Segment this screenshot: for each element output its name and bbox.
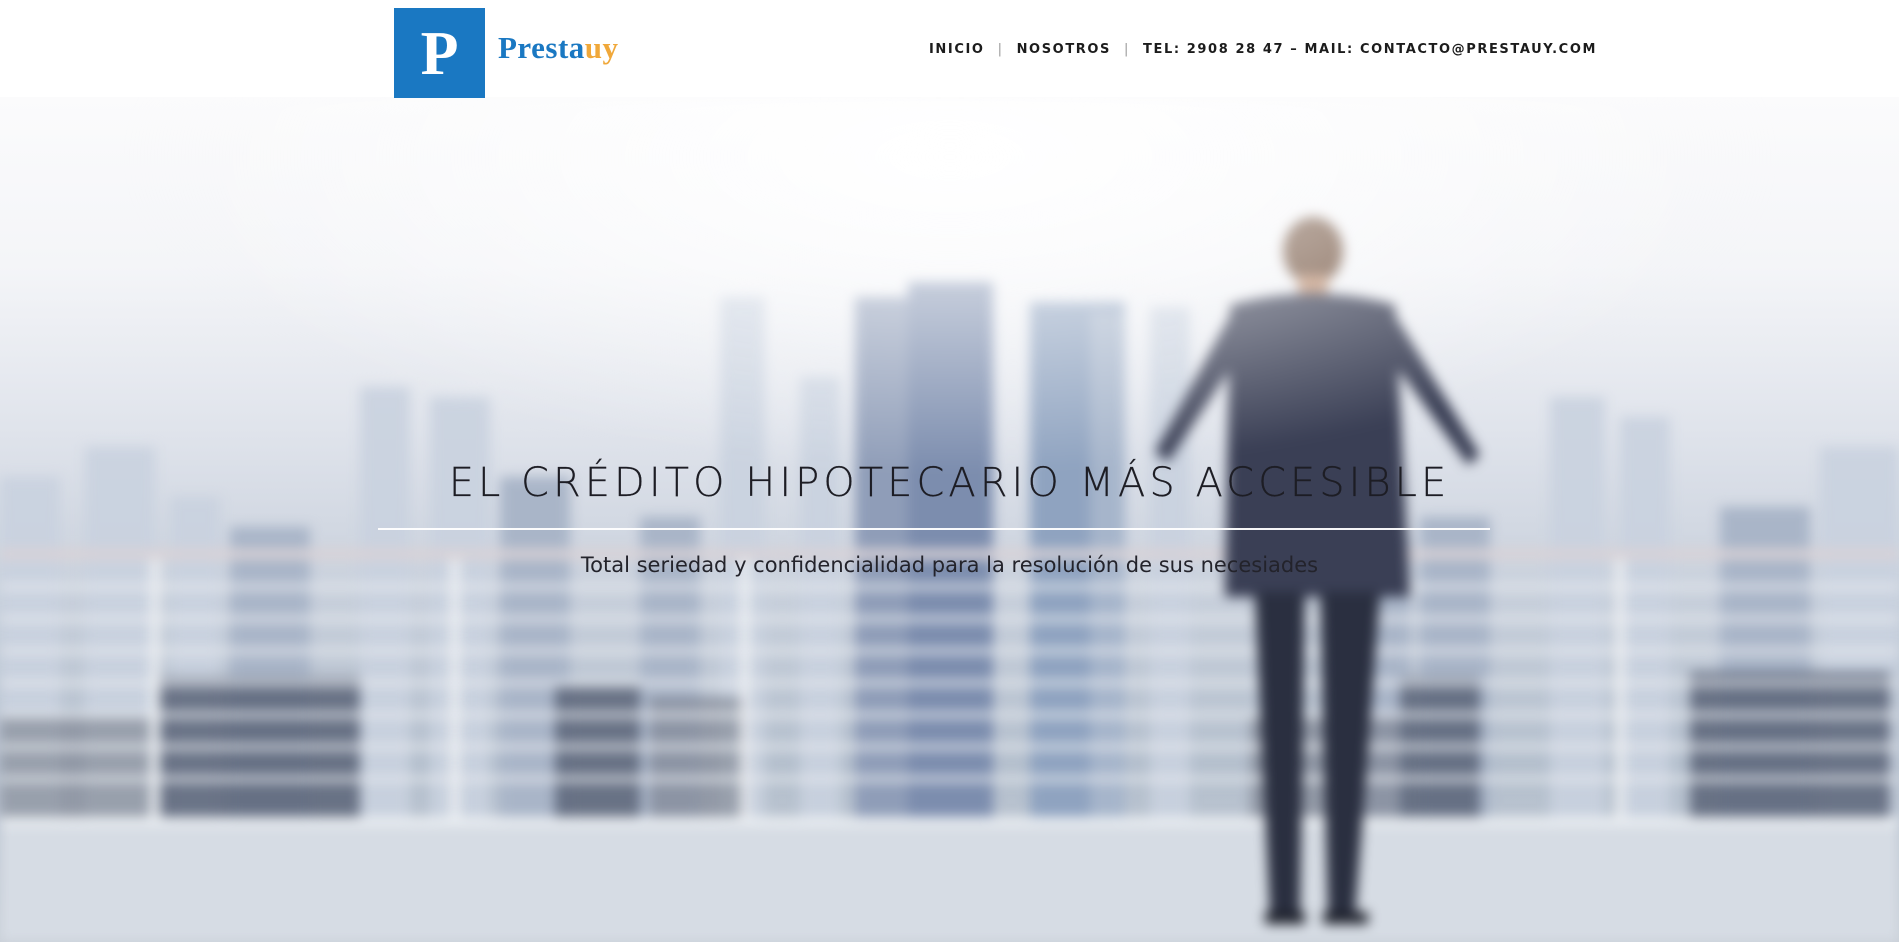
logo[interactable]: P Prestauy bbox=[394, 8, 619, 98]
hero-divider bbox=[378, 528, 1490, 530]
logo-word-part2: uy bbox=[584, 30, 619, 65]
main-nav: INICIO | NOSOTROS | TEL: 2908 28 47 – MA… bbox=[929, 42, 1597, 57]
hero-section: EL CRÉDITO HIPOTECARIO MÁS ACCESIBLE Tot… bbox=[0, 97, 1899, 942]
logo-mark-letter: P bbox=[420, 20, 459, 88]
site-header: P Prestauy INICIO | NOSOTROS | TEL: 2908… bbox=[0, 0, 1899, 98]
nav-contact-info[interactable]: TEL: 2908 28 47 – MAIL: CONTACTO@PRESTAU… bbox=[1143, 42, 1597, 57]
nav-separator: | bbox=[1124, 42, 1130, 57]
nav-link-nosotros[interactable]: NOSOTROS bbox=[1017, 42, 1111, 57]
logo-wordmark: Prestauy bbox=[498, 30, 619, 66]
hero-title: EL CRÉDITO HIPOTECARIO MÁS ACCESIBLE bbox=[448, 460, 1451, 506]
nav-link-inicio[interactable]: INICIO bbox=[929, 42, 985, 57]
hero-subtitle: Total seriedad y confidencialidad para l… bbox=[580, 553, 1319, 577]
hero-content: EL CRÉDITO HIPOTECARIO MÁS ACCESIBLE Tot… bbox=[0, 97, 1899, 942]
nav-separator: | bbox=[997, 42, 1004, 57]
logo-word-part1: Presta bbox=[498, 30, 585, 65]
logo-mark: P bbox=[394, 8, 485, 98]
